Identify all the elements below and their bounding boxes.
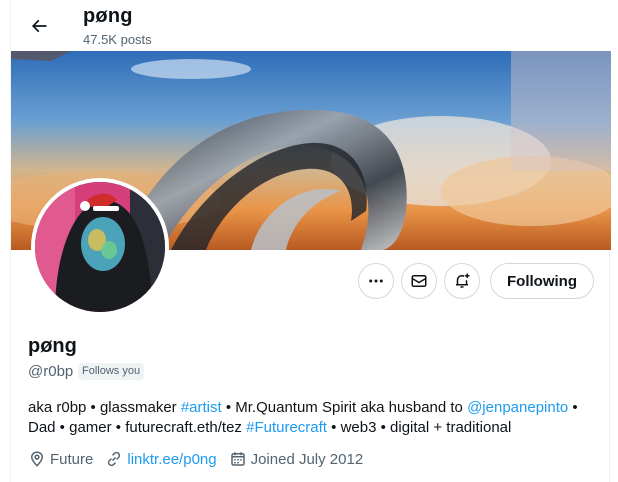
- profile-display-name: pøng: [28, 335, 77, 357]
- location: Future: [28, 450, 93, 468]
- profile-bio: aka r0bp • glassmaker #artist • Mr.Quant…: [28, 398, 600, 438]
- more-horizontal-icon: [369, 279, 383, 283]
- website-link[interactable]: linktr.ee/p0ng: [127, 451, 216, 468]
- joined-text: Joined July 2012: [250, 450, 364, 468]
- mention-link[interactable]: @jenpanepinto: [467, 399, 568, 416]
- notify-button[interactable]: [444, 263, 480, 299]
- profile-handle: @r0bp: [28, 363, 74, 380]
- website[interactable]: linktr.ee/p0ng: [105, 450, 217, 468]
- bell-plus-icon: [456, 273, 470, 288]
- bio-text: • web3 • digital + traditional: [326, 419, 512, 436]
- profile-avatar[interactable]: [31, 178, 169, 316]
- bio-text: • Mr.Quantum Spirit aka husband to: [221, 399, 468, 416]
- hashtag-link-artist[interactable]: #artist: [181, 399, 222, 416]
- avatar-image: [35, 182, 165, 312]
- more-button[interactable]: [358, 263, 394, 299]
- following-button[interactable]: Following: [490, 263, 594, 299]
- message-button[interactable]: [401, 263, 437, 299]
- follows-you-badge: Follows you: [78, 363, 145, 380]
- joined-date: Joined July 2012: [229, 450, 364, 468]
- header-title: pøng: [83, 5, 133, 27]
- posts-count: 47.5K posts: [83, 32, 152, 47]
- profile-page: pøng 47.5K posts Following pøng @r0bp Fo…: [10, 0, 611, 482]
- location-text: Future: [50, 450, 94, 468]
- profile-header-bar: pøng 47.5K posts: [11, 0, 611, 51]
- bio-text: aka r0bp • glassmaker: [28, 399, 181, 416]
- calendar-icon: [230, 452, 245, 466]
- arrow-left-icon: [31, 19, 47, 33]
- envelope-icon: [411, 275, 427, 287]
- location-pin-icon: [30, 451, 44, 467]
- link-icon: [108, 451, 121, 467]
- back-button[interactable]: [23, 10, 55, 42]
- hashtag-link-futurecraft[interactable]: #Futurecraft: [246, 419, 327, 436]
- profile-meta: Future linktr.ee/p0ng Joined July 2012: [28, 449, 375, 469]
